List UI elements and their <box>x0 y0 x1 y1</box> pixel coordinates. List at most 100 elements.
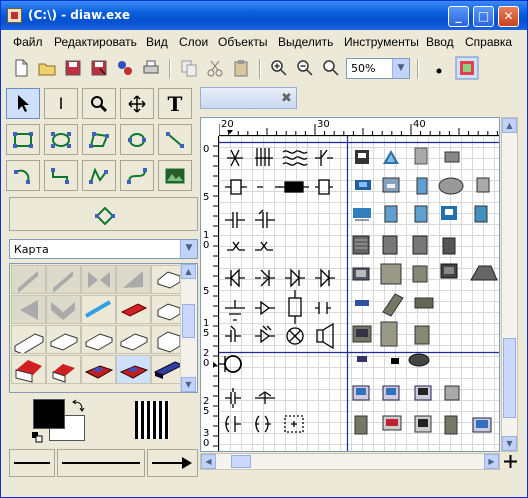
shape-wall-diagonal-right[interactable] <box>46 265 81 294</box>
shape-wall-corner[interactable] <box>116 265 151 294</box>
reset-colors-icon[interactable] <box>31 431 43 443</box>
scroll-down-icon[interactable]: ▼ <box>181 377 196 392</box>
menu-select[interactable]: Выделить <box>278 35 333 49</box>
ruler-label-30: 30 <box>317 119 330 130</box>
shape-wall-v[interactable] <box>46 295 81 324</box>
tool-grid: I T <box>5 87 198 193</box>
ruler-label-v: 5 <box>203 406 210 417</box>
shape-red-house[interactable] <box>11 355 46 384</box>
menu-layers[interactable]: Слои <box>179 35 208 49</box>
scroll-up-icon[interactable]: ▲ <box>502 118 517 133</box>
shape-wall-cross[interactable] <box>81 265 116 294</box>
ruler-label-v: 0 <box>203 358 210 369</box>
print-icon[interactable] <box>141 58 161 78</box>
cut-icon[interactable] <box>205 58 225 78</box>
scroll-right-icon[interactable]: ▶ <box>484 454 499 469</box>
magnify-tool[interactable] <box>82 88 116 119</box>
text-cursor-tool[interactable]: I <box>44 88 78 119</box>
polyline-tool[interactable] <box>82 160 116 191</box>
image-tool[interactable] <box>158 160 192 191</box>
shape-red-car-2[interactable] <box>116 355 151 384</box>
menu-view[interactable]: Вид <box>146 35 168 49</box>
color-icon[interactable] <box>455 56 479 80</box>
close-icon[interactable]: ✖ <box>281 91 292 106</box>
swap-colors-icon[interactable] <box>71 399 85 413</box>
scroll-down-icon[interactable]: ▼ <box>502 436 517 451</box>
scroll-up-icon[interactable]: ▲ <box>181 264 196 279</box>
outline-tool-icon[interactable] <box>94 204 116 226</box>
shape-water-bar[interactable] <box>81 295 116 324</box>
maximize-button[interactable]: □ <box>473 6 494 27</box>
zoom-in-icon[interactable] <box>269 58 289 78</box>
navigate-icon[interactable] <box>503 454 518 469</box>
save-icon[interactable] <box>63 58 83 78</box>
palette-scrollbar[interactable]: ▲ ▼ <box>180 264 197 392</box>
shape-long-block[interactable] <box>11 325 46 355</box>
line-end-style[interactable] <box>147 449 198 477</box>
color-area <box>9 397 198 447</box>
shape-palette: ▲ ▼ <box>9 263 198 393</box>
paste-icon[interactable] <box>231 58 251 78</box>
menu-help[interactable]: Справка <box>465 35 512 49</box>
drawing-canvas[interactable] <box>219 136 499 451</box>
canvas-hscroll-thumb[interactable] <box>231 455 251 468</box>
window-title: (C:\) - diaw.exe <box>28 8 130 22</box>
shape-flat-block[interactable] <box>46 325 81 354</box>
line-width-preview[interactable] <box>135 401 169 439</box>
minimize-button[interactable]: _ <box>448 6 469 27</box>
text-tool[interactable]: T <box>158 88 192 119</box>
zoom-out-icon[interactable] <box>295 58 315 78</box>
snap-point-icon[interactable] <box>429 58 449 78</box>
line-start-style[interactable] <box>9 449 55 477</box>
vertical-ruler: 0 5 1 0 5 1 5 2 0 2 5 3 0 <box>201 136 220 451</box>
sheet-selector[interactable]: Карта ▼ <box>9 239 198 259</box>
zoom-fit-icon[interactable] <box>321 58 341 78</box>
copy-icon[interactable] <box>179 58 199 78</box>
line-tool[interactable] <box>158 124 192 155</box>
menu-tools[interactable]: Инструменты <box>344 35 419 49</box>
menu-input[interactable]: Ввод <box>426 35 454 49</box>
shape-red-car[interactable] <box>81 355 116 384</box>
shape-red-block[interactable] <box>116 295 151 324</box>
bezierline-tool[interactable] <box>120 160 154 191</box>
canvas-vertical-scrollbar[interactable]: ▲ ▼ <box>501 117 518 452</box>
new-icon[interactable] <box>11 58 31 78</box>
beziergon-tool[interactable] <box>120 124 154 155</box>
shape-wall-diagonal-left[interactable] <box>11 265 46 294</box>
move-tool[interactable] <box>120 88 154 119</box>
canvas-horizontal-scrollbar[interactable]: ◀ ▶ <box>200 453 500 470</box>
ellipse-tool[interactable] <box>44 124 78 155</box>
shape-flat-block-2[interactable] <box>81 325 116 354</box>
scroll-left-icon[interactable]: ◀ <box>201 454 216 469</box>
chevron-down-icon[interactable]: ▼ <box>392 59 409 78</box>
zoom-select[interactable]: 50% ▼ <box>346 58 410 79</box>
horizontal-ruler-ticks <box>219 124 499 136</box>
line-style[interactable] <box>57 449 145 477</box>
menu-file[interactable]: Файл <box>13 35 43 49</box>
shape-red-shed[interactable] <box>46 355 81 384</box>
export-icon[interactable] <box>115 58 135 78</box>
canvas-vscroll-thumb[interactable] <box>503 338 516 418</box>
polygon-tool[interactable] <box>82 124 116 155</box>
document-tab[interactable]: ✖ <box>200 87 297 109</box>
palette-scroll-thumb[interactable] <box>182 304 195 338</box>
horizontal-ruler: 20 30 40 <box>219 118 499 137</box>
shape-flat-block-3[interactable] <box>116 325 151 354</box>
arc-tool[interactable] <box>6 160 40 191</box>
title-bar[interactable]: (C:\) - diaw.exe _ □ ✕ <box>1 1 527 30</box>
menu-objects[interactable]: Объекты <box>218 35 268 49</box>
close-button[interactable]: ✕ <box>498 6 519 27</box>
shape-wall-left[interactable] <box>11 295 46 324</box>
app-icon[interactable] <box>7 8 22 23</box>
rectangle-tool[interactable] <box>6 124 40 155</box>
pointer-tool[interactable] <box>6 88 40 119</box>
save-as-icon[interactable] <box>89 58 109 78</box>
canvas-viewport[interactable]: 20 30 40 0 5 1 0 5 1 5 2 0 2 5 3 0 <box>200 117 500 452</box>
ruler-label-v: 5 <box>203 192 210 203</box>
zoom-value: 50% <box>351 62 376 75</box>
ruler-label-v: 0 <box>203 438 210 449</box>
zigzag-tool[interactable] <box>44 160 78 191</box>
menu-edit[interactable]: Редактировать <box>54 35 137 49</box>
open-icon[interactable] <box>37 58 57 78</box>
chevron-down-icon[interactable]: ▼ <box>180 240 197 258</box>
